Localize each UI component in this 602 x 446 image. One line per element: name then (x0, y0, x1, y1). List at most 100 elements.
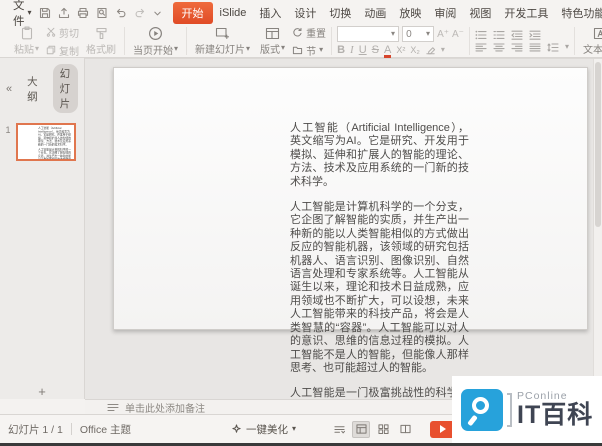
save-button[interactable] (39, 5, 51, 21)
font-name-select[interactable]: ▾ (337, 26, 399, 42)
section-button[interactable]: 节▾ (292, 43, 326, 58)
collapse-panel-icon[interactable]: « (6, 83, 12, 95)
slides-group: 新建幻灯片▾ 版式▾ 重置 节▾ (187, 27, 332, 55)
tab-view[interactable]: 视图 (463, 2, 497, 24)
watermark-name: IT百科 (517, 403, 593, 428)
new-slide-icon (215, 26, 230, 40)
bold-button[interactable]: B (337, 44, 345, 56)
notes-placeholder: 单击此处添加备注 (125, 400, 205, 415)
file-menu-label: 文件 (13, 0, 25, 29)
notes-icon (107, 403, 119, 412)
tab-islide[interactable]: iSlide (214, 4, 253, 22)
tab-animation[interactable]: 动画 (358, 2, 392, 24)
tab-transition[interactable]: 切换 (323, 2, 357, 24)
clear-format-icon[interactable] (425, 45, 436, 56)
slide-thumbnail[interactable]: 人工智能（Artificial Intelligence），英文缩写为AI。它是… (16, 123, 76, 161)
align-left-icon[interactable] (475, 43, 487, 52)
ribbon-tabs: 开始 iSlide 插入 设计 切换 动画 放映 审阅 视图 开发工具 特色功能 (173, 2, 602, 24)
view-switcher (330, 421, 414, 438)
align-right-icon[interactable] (511, 43, 523, 52)
slide-thumbnail-number: 1 (0, 123, 16, 161)
tab-home[interactable]: 开始 (173, 2, 213, 24)
new-slide-button[interactable]: 新建幻灯片▾ (192, 26, 253, 56)
subscript-button[interactable]: X₂ (410, 45, 420, 55)
shrink-font-button[interactable]: A⁻ (452, 29, 464, 40)
export-button[interactable] (58, 5, 70, 21)
statusbar-divider (71, 423, 72, 435)
slide-text-box[interactable]: 人工智能（Artificial Intelligence），英文缩写为AI。它是… (290, 122, 469, 399)
copy-button[interactable]: 复制 (46, 43, 79, 58)
scissors-icon (46, 27, 56, 37)
numbering-icon[interactable] (493, 30, 505, 40)
magic-wand-icon (231, 424, 242, 435)
increase-indent-icon[interactable] (529, 30, 541, 40)
beautify-button[interactable]: 一键美化 ▾ (231, 422, 296, 437)
clipboard-icon (20, 26, 34, 40)
play-circle-icon (148, 26, 163, 41)
add-slide-button[interactable]: + (0, 383, 84, 399)
wps-presentation-window: 文件 ▾ 开始 iSlide 插入 设计 切换 动画 放映 审阅 视图 开发工 (0, 0, 602, 446)
format-painter-button[interactable]: 格式刷 (83, 27, 119, 56)
textbox-button[interactable]: 文本框▾ (580, 27, 602, 56)
reading-view-button[interactable] (396, 421, 414, 438)
play-from-current-button[interactable]: 当页开始▾ (130, 26, 181, 57)
title-bar: 文件 ▾ 开始 iSlide 插入 设计 切换 动画 放映 审阅 视图 开发工 (0, 0, 602, 26)
tab-devtools[interactable]: 开发工具 (498, 2, 554, 24)
spacing-dropdown-icon[interactable]: ▾ (565, 43, 569, 52)
beautify-dropdown-icon: ▾ (292, 425, 296, 433)
slide-thumbnail-content: 人工智能（Artificial Intelligence），英文缩写为AI。它是… (38, 127, 72, 161)
watermark-bracket (507, 393, 512, 427)
watermark-brand: PConline (517, 391, 593, 402)
superscript-button[interactable]: X² (396, 45, 405, 55)
insert-group: 文本框▾ 形状▾ 图片▾ 排列▾ (575, 27, 602, 55)
tab-slideshow[interactable]: 放映 (393, 2, 427, 24)
print-preview-button[interactable] (96, 5, 108, 21)
slide-paragraph-3: 人工智能是一门极富挑战性的科学，从事这项工作的人必须懂得计算机知识，心理学和哲学… (290, 387, 469, 399)
align-center-icon[interactable] (493, 43, 505, 52)
bullets-icon[interactable] (475, 30, 487, 40)
undo-button[interactable] (115, 5, 127, 21)
redo-button[interactable] (134, 5, 146, 21)
paintbrush-icon (95, 27, 108, 40)
vertical-scrollbar[interactable] (593, 59, 602, 399)
notes-toggle-button[interactable] (330, 421, 348, 438)
magnifier-logo-icon (461, 389, 503, 431)
grow-font-button[interactable]: A⁺ (437, 29, 449, 40)
normal-view-button[interactable] (352, 421, 370, 438)
font-size-value: 0 (406, 29, 412, 40)
tab-review[interactable]: 审阅 (428, 2, 462, 24)
italic-button[interactable]: I (350, 44, 354, 56)
tab-slides[interactable]: 幻灯片 (53, 64, 78, 113)
scrollbar-thumb[interactable] (595, 62, 601, 227)
tab-special-features[interactable]: 特色功能 (555, 2, 602, 24)
decrease-indent-icon[interactable] (511, 30, 523, 40)
strikethrough-button[interactable]: S (372, 44, 379, 56)
slide-panel: « 大纲 幻灯片 1 人工智能（Artificial Intelligence）… (0, 58, 85, 399)
theme-name[interactable]: Office 主题 (80, 422, 131, 437)
tab-outline[interactable]: 大纲 (20, 72, 45, 106)
layout-button[interactable]: 版式▾ (257, 27, 288, 56)
tab-design[interactable]: 设计 (288, 2, 322, 24)
layout-icon (265, 27, 280, 40)
file-menu[interactable]: 文件 ▾ (13, 0, 32, 29)
justify-icon[interactable] (529, 43, 541, 52)
play-icon (440, 425, 446, 433)
slide-thumbnail-row: 1 人工智能（Artificial Intelligence），英文缩写为AI。… (0, 123, 84, 161)
cut-button[interactable]: 剪切 (46, 25, 79, 40)
editing-canvas: 人工智能（Artificial Intelligence），英文缩写为AI。它是… (85, 58, 602, 399)
reset-button[interactable]: 重置 (292, 25, 326, 40)
print-button[interactable] (77, 5, 89, 21)
paste-button[interactable]: 粘贴▾ (11, 26, 42, 56)
slide-sorter-button[interactable] (374, 421, 392, 438)
line-spacing-icon[interactable] (547, 43, 559, 52)
clipboard-group: 粘贴▾ 剪切 复制 格式刷 (6, 27, 125, 55)
reset-icon (292, 27, 303, 38)
folder-icon (292, 45, 303, 55)
font-color-button[interactable]: A (384, 44, 391, 56)
font-size-select[interactable]: 0▾ (402, 26, 434, 42)
underline-button[interactable]: U (359, 44, 367, 56)
customize-quick-access-icon[interactable] (153, 5, 162, 21)
tab-insert[interactable]: 插入 (253, 2, 287, 24)
text-effects-dropdown-icon[interactable]: ▾ (441, 46, 445, 54)
slide-counter: 幻灯片 1 / 1 (8, 422, 63, 437)
